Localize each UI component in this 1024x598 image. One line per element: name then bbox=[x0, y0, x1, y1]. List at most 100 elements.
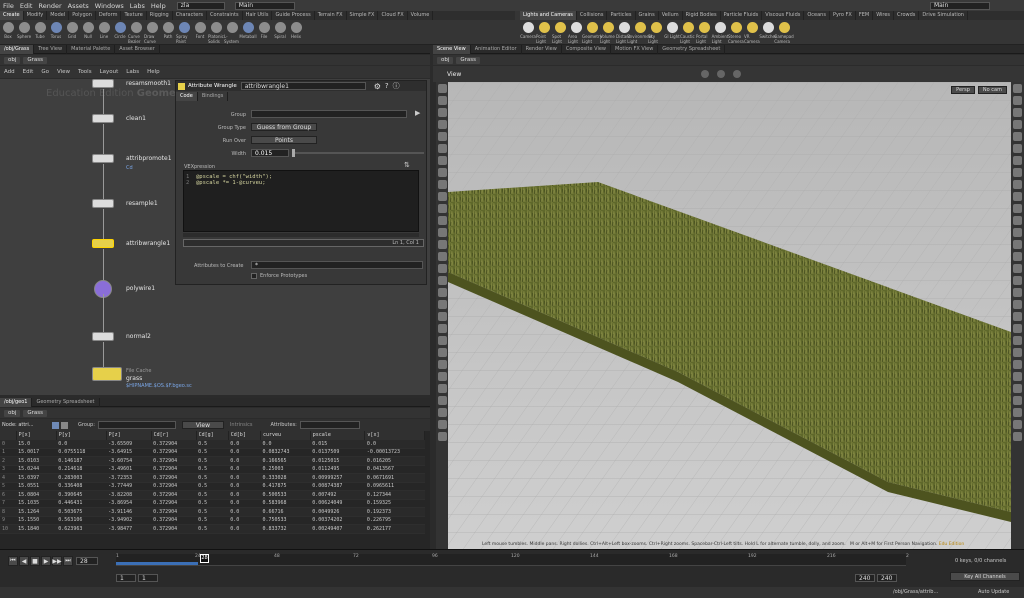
table-row[interactable]: 5 15.0551 0.336408 -3.77449 0.372904 0.5 0.0 0.… bbox=[0, 482, 425, 491]
viewer-display-icon[interactable] bbox=[1013, 132, 1022, 141]
menu-assets[interactable]: Assets bbox=[65, 2, 92, 10]
net-menu-labs[interactable]: Labs bbox=[122, 69, 143, 75]
attributes-field[interactable] bbox=[299, 421, 360, 429]
left-tab[interactable]: Asset Browser bbox=[115, 44, 160, 54]
table-row[interactable]: 3 15.0244 0.214618 -3.49601 0.372904 0.5 0.0 0.… bbox=[0, 465, 425, 474]
shelf-right-tab[interactable]: Collisions bbox=[577, 11, 608, 20]
shelf-left-tool[interactable]: Curve Bezier bbox=[128, 22, 144, 44]
end-field[interactable]: 240 bbox=[855, 574, 875, 582]
viewer-tool-icon[interactable] bbox=[437, 312, 447, 321]
shelf-left-tab[interactable]: Guide Process bbox=[272, 11, 315, 20]
display-icon[interactable] bbox=[733, 70, 742, 78]
viewer-tool-icon[interactable] bbox=[437, 96, 447, 105]
desktop-select-right[interactable]: Main bbox=[930, 1, 990, 10]
net-menu-add[interactable]: Add bbox=[0, 69, 19, 75]
shelf-left-tool[interactable]: Grid bbox=[64, 22, 80, 39]
viewer-display-icon[interactable] bbox=[1013, 432, 1022, 441]
sheet-path-node[interactable]: Grass bbox=[23, 409, 48, 417]
arrow-icon[interactable]: ▶ bbox=[415, 109, 420, 117]
right-tab[interactable]: Geometry Spreadsheet bbox=[658, 44, 726, 54]
shelf-right-tab[interactable]: Pyro FX bbox=[830, 11, 856, 20]
shelf-left-tool[interactable]: Draw Curve bbox=[144, 22, 160, 44]
shelf-left-tab[interactable]: Model bbox=[47, 11, 70, 20]
viewer-display-icon[interactable] bbox=[1013, 300, 1022, 309]
group-type-select[interactable]: Guess from Group bbox=[251, 123, 317, 131]
camera-icon[interactable] bbox=[717, 70, 726, 78]
shelf-right-tab[interactable]: Particle Fluids bbox=[721, 11, 763, 20]
table-row[interactable]: 1 15.0017 0.0755118 -3.64915 0.372904 0.5 0.0 0… bbox=[0, 448, 425, 457]
shelf-right-tool[interactable]: Ambient Light bbox=[712, 22, 728, 44]
shelf-right-tool[interactable]: Geometry Light bbox=[582, 22, 602, 44]
node-resamsmooth1[interactable] bbox=[92, 79, 114, 88]
shelf-right-tool[interactable]: Spot Light bbox=[552, 22, 568, 44]
sheet-tab[interactable]: /obj/geo1 bbox=[0, 397, 33, 407]
viewer-tool-icon[interactable] bbox=[437, 432, 447, 441]
shelf-left-tool[interactable]: Helix bbox=[288, 22, 304, 39]
sheet-header[interactable]: P[z] bbox=[106, 431, 152, 440]
viewer-tool-icon[interactable] bbox=[437, 120, 447, 129]
shelf-left-tool[interactable]: Path bbox=[160, 22, 176, 39]
enforce-prototypes[interactable]: Enforce Prototypes bbox=[251, 273, 307, 279]
frame-marker[interactable]: 28 bbox=[200, 554, 209, 563]
view-path-obj[interactable]: obj bbox=[437, 56, 454, 64]
shelf-left-tab[interactable]: Modify bbox=[24, 11, 48, 20]
info-icon[interactable]: ⓘ bbox=[393, 81, 400, 91]
shelf-right-tab[interactable]: Drive Simulation bbox=[919, 11, 968, 20]
viewer-tool-icon[interactable] bbox=[437, 180, 447, 189]
node-attribwrangle1[interactable] bbox=[92, 239, 114, 248]
shelf-left-tab[interactable]: Rigging bbox=[147, 11, 173, 20]
viewer-tool-icon[interactable] bbox=[437, 396, 447, 405]
shelf-right-tab[interactable]: Vellum bbox=[659, 11, 683, 20]
view-path-node[interactable]: Grass bbox=[456, 56, 481, 64]
viewer-display-icon[interactable] bbox=[1013, 384, 1022, 393]
shelf-left-tab[interactable]: Volume bbox=[408, 11, 434, 20]
viewer-display-icon[interactable] bbox=[1013, 120, 1022, 129]
shelf-left-tool[interactable]: Sphere bbox=[16, 22, 32, 39]
menu-edit[interactable]: Edit bbox=[17, 2, 36, 10]
shelf-right-tab[interactable]: Crowds bbox=[894, 11, 920, 20]
shelf-right-tool[interactable]: Gamepad Camera bbox=[774, 22, 794, 44]
viewer-display-icon[interactable] bbox=[1013, 216, 1022, 225]
menu-render[interactable]: Render bbox=[35, 2, 64, 10]
left-tab[interactable]: /obj/Grass bbox=[0, 44, 35, 54]
points-icon[interactable] bbox=[52, 421, 59, 429]
shelf-left-tab[interactable]: Deform bbox=[96, 11, 122, 20]
net-menu-edit[interactable]: Edit bbox=[19, 69, 38, 75]
shelf-left-tool[interactable]: Spray Paint bbox=[176, 22, 192, 44]
viewer-tool-icon[interactable] bbox=[437, 192, 447, 201]
viewer-display-icon[interactable] bbox=[1013, 276, 1022, 285]
sheet-header[interactable]: pscale bbox=[310, 431, 366, 440]
sheet-path-obj[interactable]: obj bbox=[4, 409, 21, 417]
net-menu-layout[interactable]: Layout bbox=[96, 69, 123, 75]
viewer-tool-icon[interactable] bbox=[437, 372, 447, 381]
right-tab[interactable]: Animation Editor bbox=[471, 44, 522, 54]
viewer-display-icon[interactable] bbox=[1013, 396, 1022, 405]
shelf-left-tab[interactable]: Terrain FX bbox=[315, 11, 347, 20]
node-resample1[interactable] bbox=[92, 199, 114, 208]
sheet-header[interactable]: P[x] bbox=[16, 431, 57, 440]
viewer-tool-icon[interactable] bbox=[437, 264, 447, 273]
vex-menu-icon[interactable]: ⇅ bbox=[404, 161, 410, 169]
shelf-left-tool[interactable]: Null bbox=[80, 22, 96, 39]
viewer-display-icon[interactable] bbox=[1013, 156, 1022, 165]
shelf-left-tool[interactable]: File bbox=[256, 22, 272, 39]
gear-icon[interactable]: ⚙ bbox=[374, 82, 381, 91]
sheet-header[interactable]: Cd[b] bbox=[228, 431, 261, 440]
left-tab[interactable]: Material Palette bbox=[67, 44, 116, 54]
shelf-left-tool[interactable]: Box bbox=[0, 22, 16, 39]
time-slider[interactable]: 28 1 24 48 72 96 120 144 168 192 216 2 bbox=[116, 554, 909, 566]
right-tab[interactable]: Motion FX View bbox=[611, 44, 659, 54]
width-field[interactable]: 0.015 bbox=[251, 149, 289, 157]
shelf-left-tool[interactable]: Spiral bbox=[272, 22, 288, 39]
shelf-left-tab[interactable]: Cloud FX bbox=[378, 11, 408, 20]
viewer-display-icon[interactable] bbox=[1013, 348, 1022, 357]
shelf-right-tool[interactable]: GI Light bbox=[664, 22, 680, 39]
path-node[interactable]: Grass bbox=[23, 56, 48, 64]
shelf-left-tool[interactable]: Torus bbox=[48, 22, 64, 39]
viewer-display-icon[interactable] bbox=[1013, 360, 1022, 369]
viewer-tool-icon[interactable] bbox=[437, 300, 447, 309]
start-field-2[interactable]: 1 bbox=[138, 574, 158, 582]
viewer-tool-icon[interactable] bbox=[437, 348, 447, 357]
viewer-tool-icon[interactable] bbox=[437, 240, 447, 249]
viewer-tool-icon[interactable] bbox=[437, 420, 447, 429]
